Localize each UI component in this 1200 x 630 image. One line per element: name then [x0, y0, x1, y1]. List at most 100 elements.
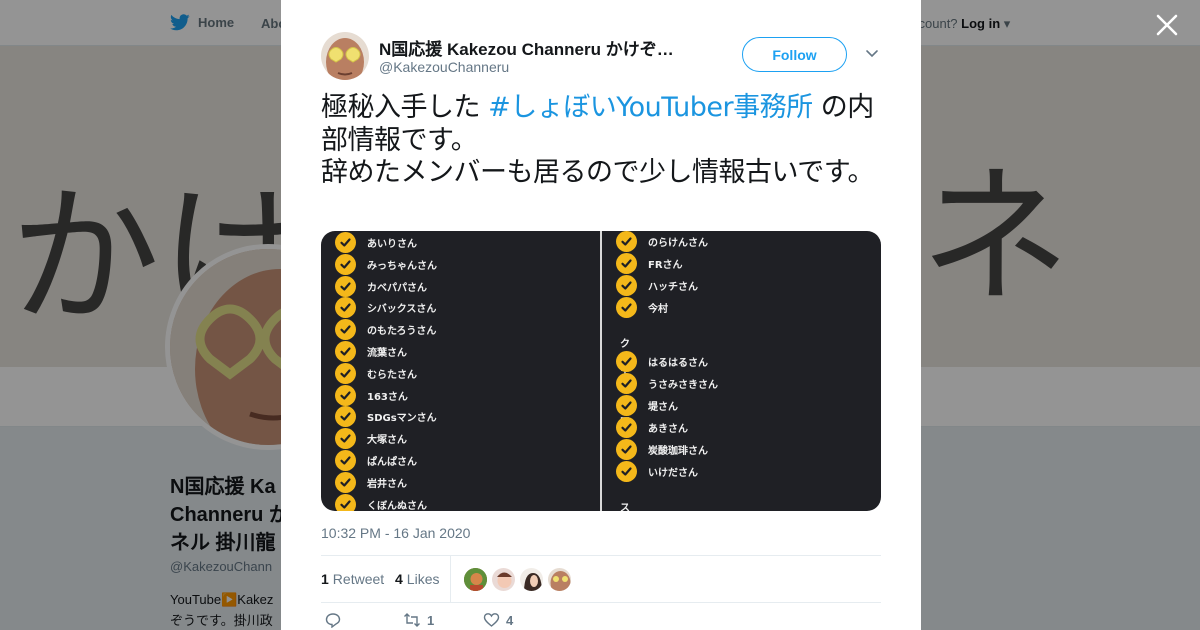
close-icon[interactable]	[1154, 12, 1180, 38]
check-icon	[621, 379, 632, 388]
liker-avatar-icon	[520, 568, 543, 591]
media-list-item: くぼんぬさん	[335, 493, 427, 511]
check-icon	[340, 303, 351, 312]
retweet-icon	[404, 613, 420, 627]
liker-avatar[interactable]	[547, 567, 572, 592]
media-list-label: 今村	[648, 304, 668, 315]
tweet-text-part: 辞めたメンバーも居るので少し情報古いです。	[321, 157, 875, 188]
media-list-item: 大塚さん	[335, 428, 407, 450]
media-list-label: FRさん	[648, 260, 683, 271]
media-list-label: 流葉さん	[367, 348, 407, 359]
media-list-item: のらけんさん	[616, 231, 708, 252]
check-icon	[340, 456, 351, 465]
media-list-item: はるはるさん	[616, 351, 708, 372]
check-icon	[340, 260, 351, 269]
check-badge	[335, 319, 356, 341]
media-list-item: みっちゃんさん	[335, 253, 437, 275]
tweet-text: 極秘入手した #しょぼいYouTuber事務所 の内部情報です。 辞めたメンバー…	[321, 92, 881, 190]
likes-stat-label: Likes	[406, 571, 440, 587]
tweet-modal: N国応援 Kakezou Channeru かけぞ… @KakezouChann…	[281, 0, 921, 630]
retweet-button[interactable]: 1	[403, 612, 434, 628]
heart-icon	[483, 613, 500, 627]
liker-avatar[interactable]	[519, 567, 544, 592]
check-badge	[616, 275, 637, 296]
check-badge	[335, 450, 356, 471]
media-list-label: みっちゃんさん	[367, 260, 437, 272]
check-badge	[616, 461, 637, 482]
reply-icon	[325, 613, 341, 628]
check-icon	[621, 281, 632, 290]
check-badge	[335, 362, 356, 384]
hashtag-link[interactable]: #しょぼいYouTuber事務所	[488, 92, 813, 123]
tweet-text-part: 極秘入手した	[321, 92, 489, 123]
liker-avatar-icon	[464, 568, 487, 591]
check-badge	[335, 341, 356, 362]
media-list-label: ぱんぱさん	[367, 457, 417, 468]
check-badge	[335, 493, 356, 511]
author-handle[interactable]: @KakezouChanneru	[379, 59, 509, 75]
media-list-item: 堤さん	[616, 395, 678, 416]
media-list-item: いけださん	[616, 461, 698, 482]
media-list-item: 岩井さん	[335, 471, 407, 493]
media-list-label: 炭酸珈琲さん	[648, 446, 708, 457]
check-badge	[335, 297, 356, 319]
media-list-item: 流葉さん	[335, 341, 407, 362]
check-badge	[335, 406, 356, 428]
like-action-count: 4	[506, 612, 514, 628]
media-list-item: むらたさん	[335, 362, 417, 384]
check-icon	[621, 259, 632, 268]
check-icon	[340, 325, 351, 334]
check-icon	[621, 423, 632, 432]
retweet-stat[interactable]: 1 Retweet	[321, 571, 384, 587]
media-list-item: 163さん	[335, 384, 408, 406]
tweet-media-image[interactable]: あいりさん みっちゃんさん カベパパさん シバックスさん のもたろうさん 流葉さん むらたさ…	[321, 231, 881, 511]
media-list-item: SDGsマンさん	[335, 406, 437, 428]
check-badge	[616, 253, 637, 274]
liker-avatar[interactable]	[463, 567, 488, 592]
media-list-item: うさみさきさん	[616, 373, 718, 394]
liker-avatar[interactable]	[491, 567, 516, 592]
check-icon	[340, 478, 351, 487]
media-list-label: SDGsマンさん	[367, 413, 437, 425]
media-list-label: ハッチさん	[648, 282, 698, 293]
media-list-item: ハッチさん	[616, 275, 698, 296]
check-icon	[340, 499, 351, 509]
media-list-label: うさみさきさん	[648, 380, 718, 391]
media-list-label: 岩井さん	[367, 478, 407, 490]
author-name[interactable]: N国応援 Kakezou Channeru かけぞ…	[379, 35, 699, 60]
media-list-label: あいりさん	[367, 239, 417, 250]
media-list-label: むらたさん	[367, 369, 417, 381]
follow-button[interactable]: Follow	[742, 37, 847, 72]
check-badge	[335, 471, 356, 493]
media-list-label: くぼんぬさん	[367, 500, 427, 511]
media-list-label: 大塚さん	[367, 435, 407, 447]
check-icon	[340, 390, 351, 400]
chevron-down-icon[interactable]	[864, 45, 880, 61]
likes-stat[interactable]: 4 Likes	[395, 571, 439, 587]
author-avatar[interactable]	[321, 32, 369, 80]
media-list-label: シバックスさん	[367, 304, 437, 316]
media-list-label: 堤さん	[648, 402, 678, 413]
media-list-item: ぱんぱさん	[335, 450, 417, 471]
check-badge	[335, 232, 356, 253]
check-icon	[621, 357, 632, 366]
media-list-item: あきさん	[616, 417, 688, 438]
media-list-item: シバックスさん	[335, 297, 437, 319]
check-badge	[616, 373, 637, 394]
likes-count: 4	[395, 571, 403, 587]
check-icon	[340, 434, 351, 443]
tweet-timestamp[interactable]: 10:32 PM - 16 Jan 2020	[321, 525, 470, 541]
check-badge	[335, 384, 356, 406]
like-button[interactable]: 4	[483, 612, 513, 628]
reply-button[interactable]	[325, 612, 341, 628]
retweet-count: 1	[321, 571, 329, 587]
check-icon	[340, 347, 351, 356]
media-list-item: 今村	[616, 297, 668, 318]
media-list-label: カベパパさん	[367, 282, 427, 294]
media-list-item: 炭酸珈琲さん	[616, 439, 708, 460]
check-icon	[621, 237, 632, 246]
check-icon	[340, 412, 351, 421]
check-badge	[616, 297, 637, 318]
check-icon	[340, 281, 351, 291]
liker-avatar-icon	[492, 568, 515, 591]
